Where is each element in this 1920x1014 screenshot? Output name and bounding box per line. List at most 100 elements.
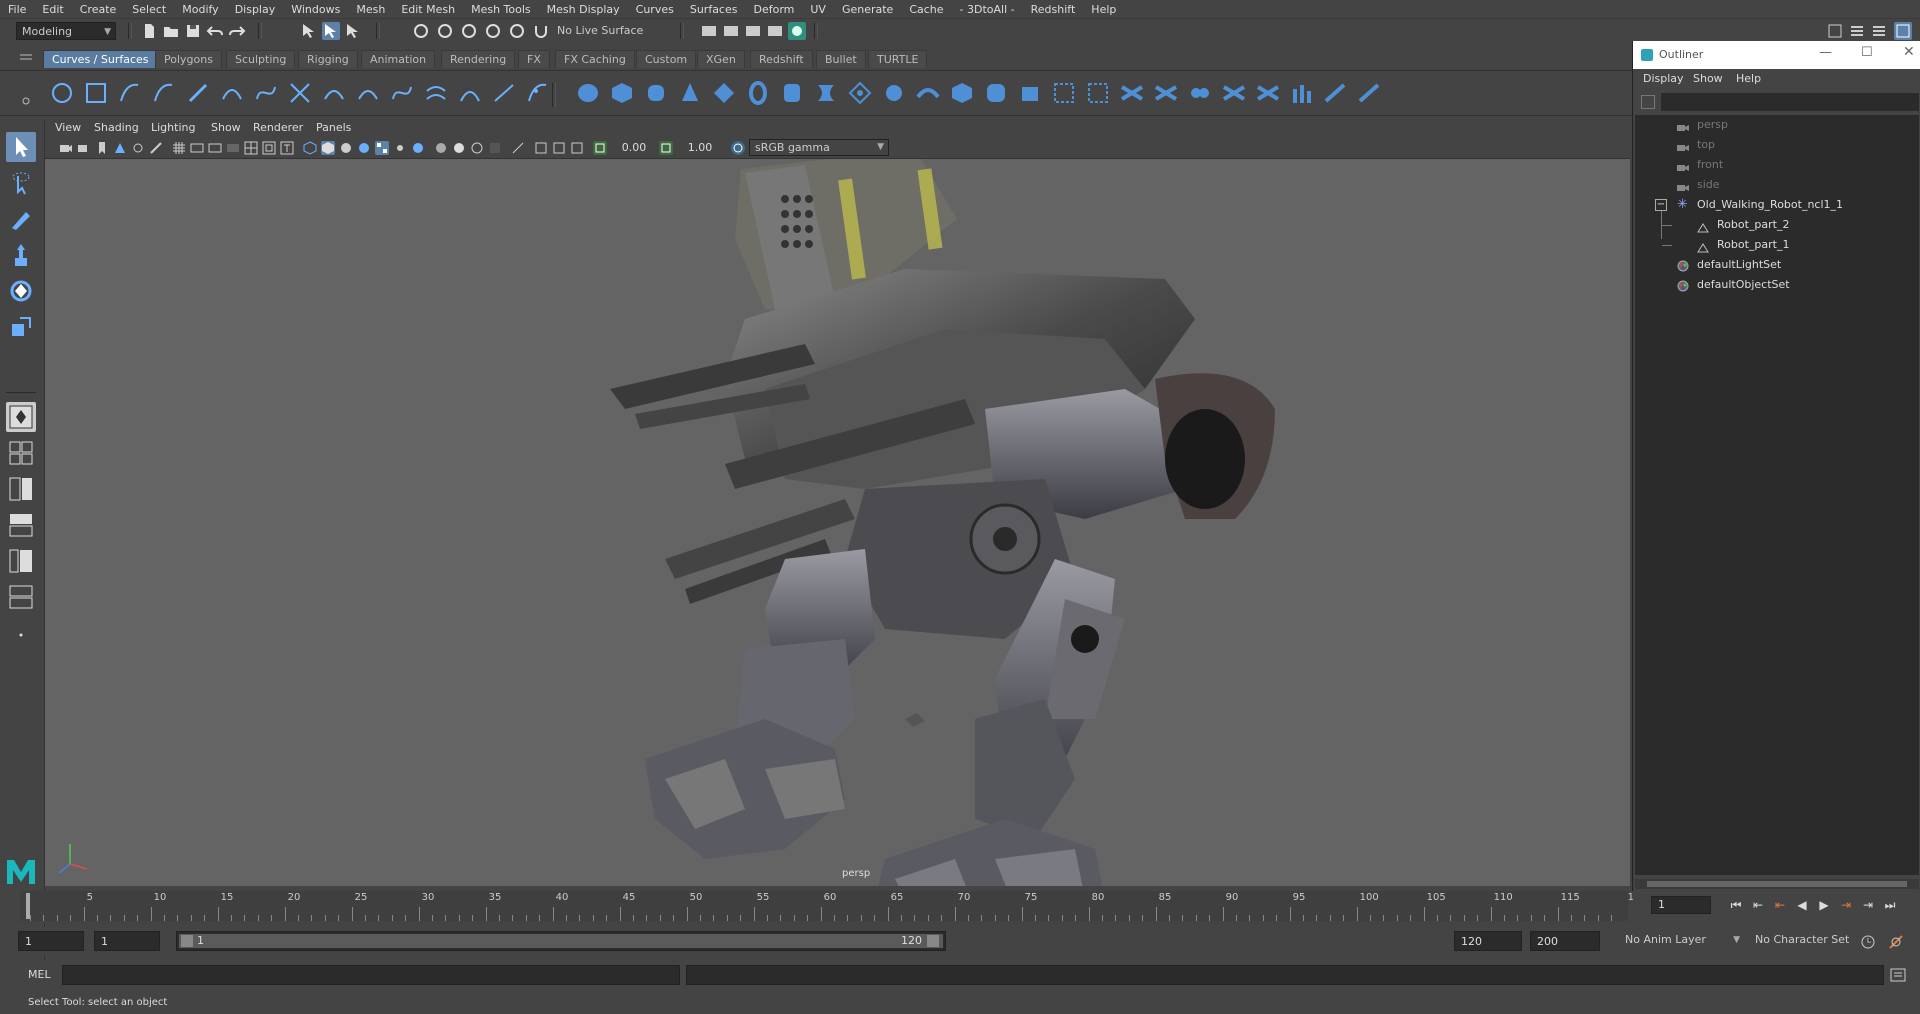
modeling-toolkit-icon[interactable]	[1826, 22, 1844, 40]
redo-icon[interactable]	[228, 22, 246, 40]
tab-turtle[interactable]: TURTLE	[868, 50, 928, 68]
resolution-gate-icon[interactable]	[208, 141, 222, 155]
script-editor-icon[interactable]	[1890, 967, 1906, 983]
outliner-item-side[interactable]: side	[1635, 175, 1919, 195]
attach-curves-icon[interactable]	[322, 81, 346, 105]
render-view-icon[interactable]	[700, 22, 718, 40]
menu-mesh-display[interactable]: Mesh Display	[539, 0, 628, 18]
cv-curve-icon[interactable]	[118, 81, 142, 105]
close-icon[interactable]: ✕	[1903, 44, 1915, 60]
outliner-h-scrollbar[interactable]	[1635, 879, 1919, 889]
range-start-grip[interactable]	[181, 935, 193, 947]
playback-start-field[interactable]: 1	[94, 931, 160, 951]
rebuild-curve-icon[interactable]	[390, 81, 414, 105]
menu-select[interactable]: Select	[124, 0, 174, 18]
project-curve-icon[interactable]	[1154, 81, 1178, 105]
untrim-icon[interactable]	[1086, 81, 1110, 105]
bezier-curve-icon[interactable]	[254, 81, 278, 105]
panel-menu-lighting[interactable]: Lighting	[151, 121, 195, 134]
outliner-menu-show[interactable]: Show	[1693, 72, 1723, 85]
outliner-menu-help[interactable]: Help	[1736, 72, 1761, 85]
animation-start-field[interactable]: 1	[18, 931, 84, 951]
menu-deform[interactable]: Deform	[745, 0, 802, 18]
ambient-occlusion-icon[interactable]	[411, 141, 425, 155]
film-gate-icon[interactable]	[190, 141, 204, 155]
scrollbar-thumb[interactable]	[1647, 881, 1907, 887]
panel-menu-show[interactable]: Show	[211, 121, 241, 134]
rebuild-surface-icon[interactable]	[1358, 81, 1382, 105]
menu-generate[interactable]: Generate	[834, 0, 901, 18]
tab-bullet[interactable]: Bullet	[816, 50, 866, 68]
nurbs-cone-icon[interactable]	[678, 81, 702, 105]
depth-of-field-icon[interactable]	[470, 141, 484, 155]
step-back-key-icon[interactable]: ⇤	[1750, 897, 1766, 913]
multisample-aa-icon[interactable]	[452, 141, 466, 155]
select-tool-icon[interactable]	[6, 132, 36, 162]
graph-layout-icon[interactable]	[6, 582, 36, 612]
tab-custom[interactable]: Custom	[636, 50, 697, 68]
menu-edit-mesh[interactable]: Edit Mesh	[393, 0, 463, 18]
tab-rigging[interactable]: Rigging	[298, 50, 358, 68]
square-surface-icon[interactable]	[1018, 81, 1042, 105]
outliner-menu-display[interactable]: Display	[1643, 72, 1684, 85]
backface-culling-icon[interactable]	[570, 141, 584, 155]
save-scene-icon[interactable]	[184, 22, 202, 40]
outliner-item-robot-part-2[interactable]: Robot_part_2	[1635, 215, 1919, 235]
toolbox-more-icon[interactable]	[6, 620, 36, 650]
attach-surfaces-icon[interactable]	[1256, 81, 1280, 105]
tab-animation[interactable]: Animation	[361, 50, 436, 68]
menu-file[interactable]: File	[0, 0, 34, 18]
ep-curve-icon[interactable]	[152, 81, 176, 105]
menu-mesh[interactable]: Mesh	[348, 0, 393, 18]
outliner-layout-icon[interactable]	[6, 546, 36, 576]
go-to-end-icon[interactable]: ⏭	[1882, 897, 1898, 913]
tab-fx-caching[interactable]: FX Caching	[555, 50, 635, 68]
play-backwards-icon[interactable]: ◀	[1794, 897, 1810, 913]
shadows-icon[interactable]	[393, 141, 407, 155]
menu-display[interactable]: Display	[227, 0, 284, 18]
paint-select-icon[interactable]	[6, 204, 36, 234]
auto-key-icon[interactable]	[1860, 934, 1876, 950]
planar-icon[interactable]	[848, 81, 872, 105]
nurbs-square-icon[interactable]	[84, 81, 108, 105]
use-all-lights-icon[interactable]	[375, 141, 389, 155]
ipr-render-icon[interactable]	[744, 22, 762, 40]
two-d-pan-zoom-icon[interactable]	[131, 141, 145, 155]
outliner-item-persp[interactable]: persp	[1635, 115, 1919, 135]
outliner-item-robot-part-1[interactable]: Robot_part_1	[1635, 235, 1919, 255]
tab-curves-surfaces[interactable]: Curves / Surfaces	[43, 50, 158, 68]
minimize-icon[interactable]: —	[1819, 45, 1832, 60]
exposure-icon[interactable]	[593, 141, 607, 155]
menu-create[interactable]: Create	[72, 0, 125, 18]
panel-menu-panels[interactable]: Panels	[316, 121, 351, 134]
attribute-editor-icon[interactable]	[1848, 22, 1866, 40]
color-management-icon[interactable]	[731, 141, 745, 155]
panel-menu-view[interactable]: View	[55, 121, 81, 134]
menu-mesh-tools[interactable]: Mesh Tools	[463, 0, 539, 18]
range-slider[interactable]: 1 120	[176, 931, 946, 951]
robot-model[interactable]	[45, 159, 1630, 886]
magnet-icon[interactable]	[532, 22, 550, 40]
tab-fx[interactable]: FX	[518, 50, 550, 68]
shelf-options-icon[interactable]	[20, 81, 32, 105]
select-camera-icon[interactable]	[59, 141, 73, 155]
menu-uv[interactable]: UV	[802, 0, 834, 18]
panel-menu-renderer[interactable]: Renderer	[253, 121, 303, 134]
pencil-curve-icon[interactable]	[186, 81, 210, 105]
snap-point-icon[interactable]	[460, 22, 478, 40]
tool-settings-icon[interactable]	[1870, 22, 1888, 40]
outliner-item-front[interactable]: front	[1635, 155, 1919, 175]
grease-pencil-icon[interactable]	[149, 141, 163, 155]
lasso-tool-icon[interactable]	[6, 168, 36, 198]
wireframe-icon[interactable]	[303, 141, 317, 155]
menu-help[interactable]: Help	[1083, 0, 1124, 18]
move-tool-icon[interactable]	[6, 240, 36, 270]
curve-intersect-icon[interactable]	[288, 81, 312, 105]
fillet-icon[interactable]	[1188, 81, 1212, 105]
bookmark-icon[interactable]	[95, 141, 109, 155]
nurbs-sphere-icon[interactable]	[576, 81, 600, 105]
menu-modify[interactable]: Modify	[174, 0, 226, 18]
grid-toggle-icon[interactable]	[172, 141, 186, 155]
rotate-tool-icon[interactable]	[6, 276, 36, 306]
menu-surfaces[interactable]: Surfaces	[682, 0, 746, 18]
